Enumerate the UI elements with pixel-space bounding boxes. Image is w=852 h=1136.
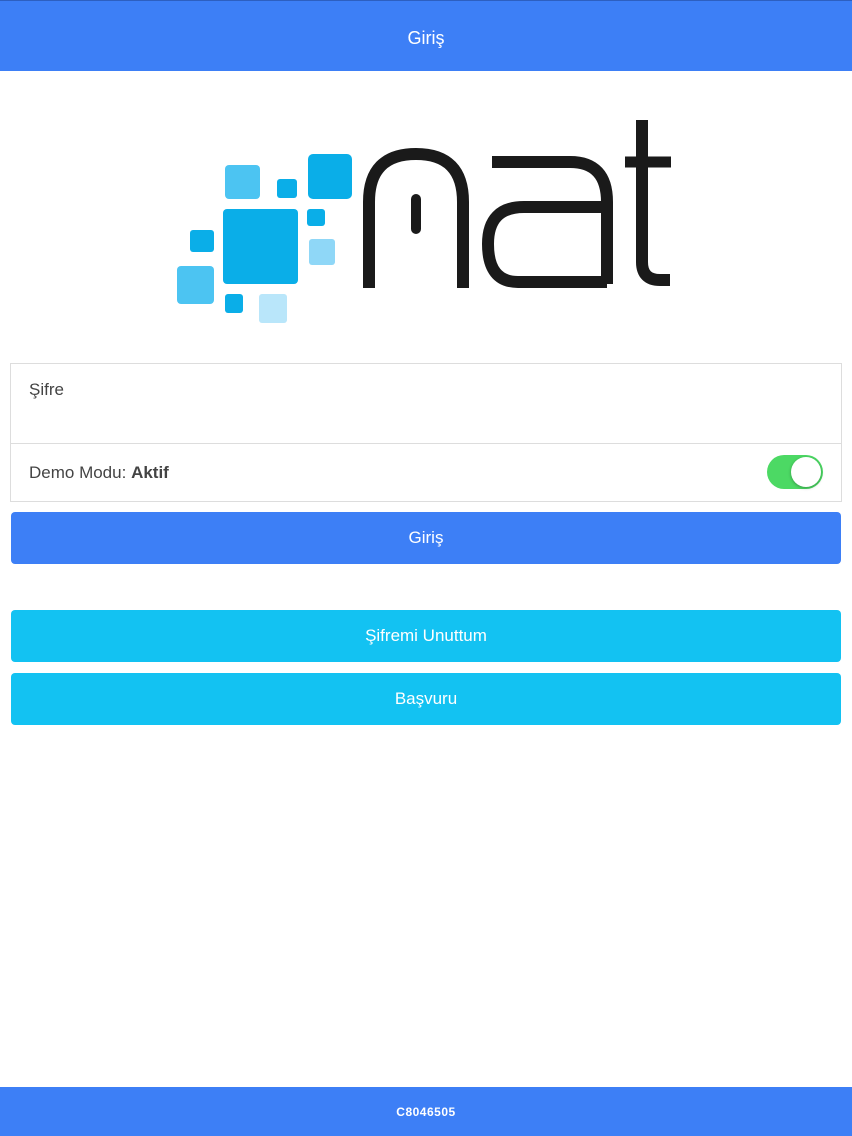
password-row	[11, 364, 841, 444]
logo-square	[259, 294, 287, 323]
nav-bar: Giriş	[0, 0, 852, 71]
logo-square	[223, 209, 298, 284]
footer-bar: C8046505	[0, 1087, 852, 1136]
logo-square	[307, 209, 325, 226]
apply-button[interactable]: Başvuru	[11, 673, 841, 725]
demo-mode-status: Aktif	[131, 463, 169, 482]
logo-square	[277, 179, 297, 198]
nat-logo-icon	[177, 120, 671, 323]
demo-mode-row: Demo Modu: Aktif	[11, 444, 841, 501]
login-form: Demo Modu: Aktif	[10, 363, 842, 502]
demo-mode-toggle[interactable]	[767, 455, 823, 489]
page-title: Giriş	[407, 27, 445, 48]
logo-letter-t-stem	[636, 120, 670, 286]
logo-square	[308, 154, 352, 199]
forgot-password-button[interactable]: Şifremi Unuttum	[11, 610, 841, 662]
toggle-knob	[791, 457, 821, 487]
logo-square	[177, 266, 214, 304]
login-screen: Giriş Demo Modu: Aktif Giriş Şifremi Unu…	[0, 0, 852, 1136]
device-code: C8046505	[396, 1104, 456, 1119]
logo-letter-a-stem	[492, 156, 613, 284]
login-button[interactable]: Giriş	[11, 512, 841, 564]
logo-letter-n-slot	[411, 194, 421, 234]
logo-square	[225, 294, 243, 313]
logo-square	[309, 239, 335, 265]
logo-square	[225, 165, 260, 199]
demo-mode-label: Demo Modu: Aktif	[29, 463, 169, 483]
logo-letter-a-bowl	[482, 201, 607, 288]
password-input[interactable]	[29, 378, 819, 402]
logo-square	[190, 230, 214, 252]
demo-mode-label-text: Demo Modu:	[29, 463, 127, 482]
